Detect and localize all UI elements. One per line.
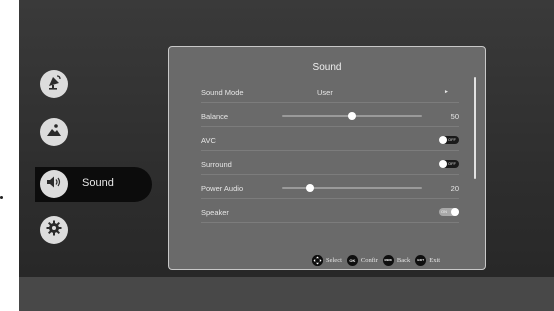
speaker-toggle-state: ON	[441, 209, 447, 214]
exit-hint-label: Exit	[429, 256, 441, 264]
speaker-toggle[interactable]: ON	[439, 208, 459, 216]
surround-toggle[interactable]: OFF	[439, 160, 459, 168]
row-balance[interactable]: Balance 50	[201, 105, 459, 127]
screen-bottom-bar	[19, 277, 554, 311]
avc-label: AVC	[201, 136, 216, 145]
key-hints-footer: Select OK Confir MENU Back EXIT Exit	[312, 254, 482, 266]
toggle-knob	[439, 160, 447, 168]
power-audio-value: 20	[450, 184, 459, 193]
power-audio-slider-knob[interactable]	[306, 184, 314, 192]
toggle-knob	[451, 208, 459, 216]
row-surround[interactable]: Surround OFF	[201, 153, 459, 175]
power-audio-label: Power Audio	[201, 184, 244, 193]
speaker-label: Speaker	[201, 208, 229, 217]
menu-button-icon: MENU	[382, 254, 394, 266]
dpad-icon	[312, 254, 323, 266]
settings-gear-icon	[45, 219, 63, 242]
balance-slider[interactable]	[282, 112, 422, 120]
row-avc[interactable]: AVC OFF	[201, 129, 459, 151]
toggle-knob	[439, 136, 447, 144]
exit-button-icon: EXIT	[415, 254, 427, 266]
panel-title: Sound	[312, 62, 342, 73]
back-hint-label: Back	[396, 256, 411, 264]
balance-slider-knob[interactable]	[348, 112, 356, 120]
sidebar-item-sound[interactable]: Sound	[35, 167, 152, 202]
select-hint-label: Select	[326, 256, 342, 264]
surround-label: Surround	[201, 160, 232, 169]
power-audio-slider[interactable]	[282, 184, 422, 192]
confirm-hint-label: Confir	[360, 256, 378, 264]
ok-button-icon: OK	[346, 254, 358, 266]
avc-toggle[interactable]: OFF	[439, 136, 459, 144]
sidebar-item-satellite[interactable]	[40, 70, 68, 98]
balance-label: Balance	[201, 112, 229, 121]
speaker-icon	[45, 173, 63, 196]
sidebar-item-settings[interactable]	[40, 216, 68, 244]
row-power-audio[interactable]: Power Audio 20	[201, 177, 459, 199]
page-marker-dot	[0, 196, 3, 199]
row-speaker[interactable]: Speaker ON	[201, 201, 459, 223]
sound-mode-label: Sound Mode	[201, 88, 244, 97]
row-sound-mode[interactable]: Sound Mode User ►	[201, 81, 459, 103]
satellite-icon	[45, 73, 63, 96]
sidebar-item-label: Sound	[82, 177, 114, 189]
scrollbar[interactable]	[474, 77, 476, 179]
sidebar-item-picture[interactable]	[40, 118, 68, 146]
chevron-right-icon[interactable]: ►	[444, 88, 449, 97]
sound-mode-value: User	[317, 88, 333, 97]
surround-toggle-state: OFF	[448, 161, 456, 166]
sound-settings-panel: Sound Sound Mode User ► Balance 50 AVC O…	[168, 46, 486, 270]
avc-toggle-state: OFF	[448, 137, 456, 142]
balance-value: 50	[450, 112, 459, 121]
sidebar-item-sound-icon-wrap	[40, 170, 68, 198]
picture-icon	[45, 121, 63, 144]
